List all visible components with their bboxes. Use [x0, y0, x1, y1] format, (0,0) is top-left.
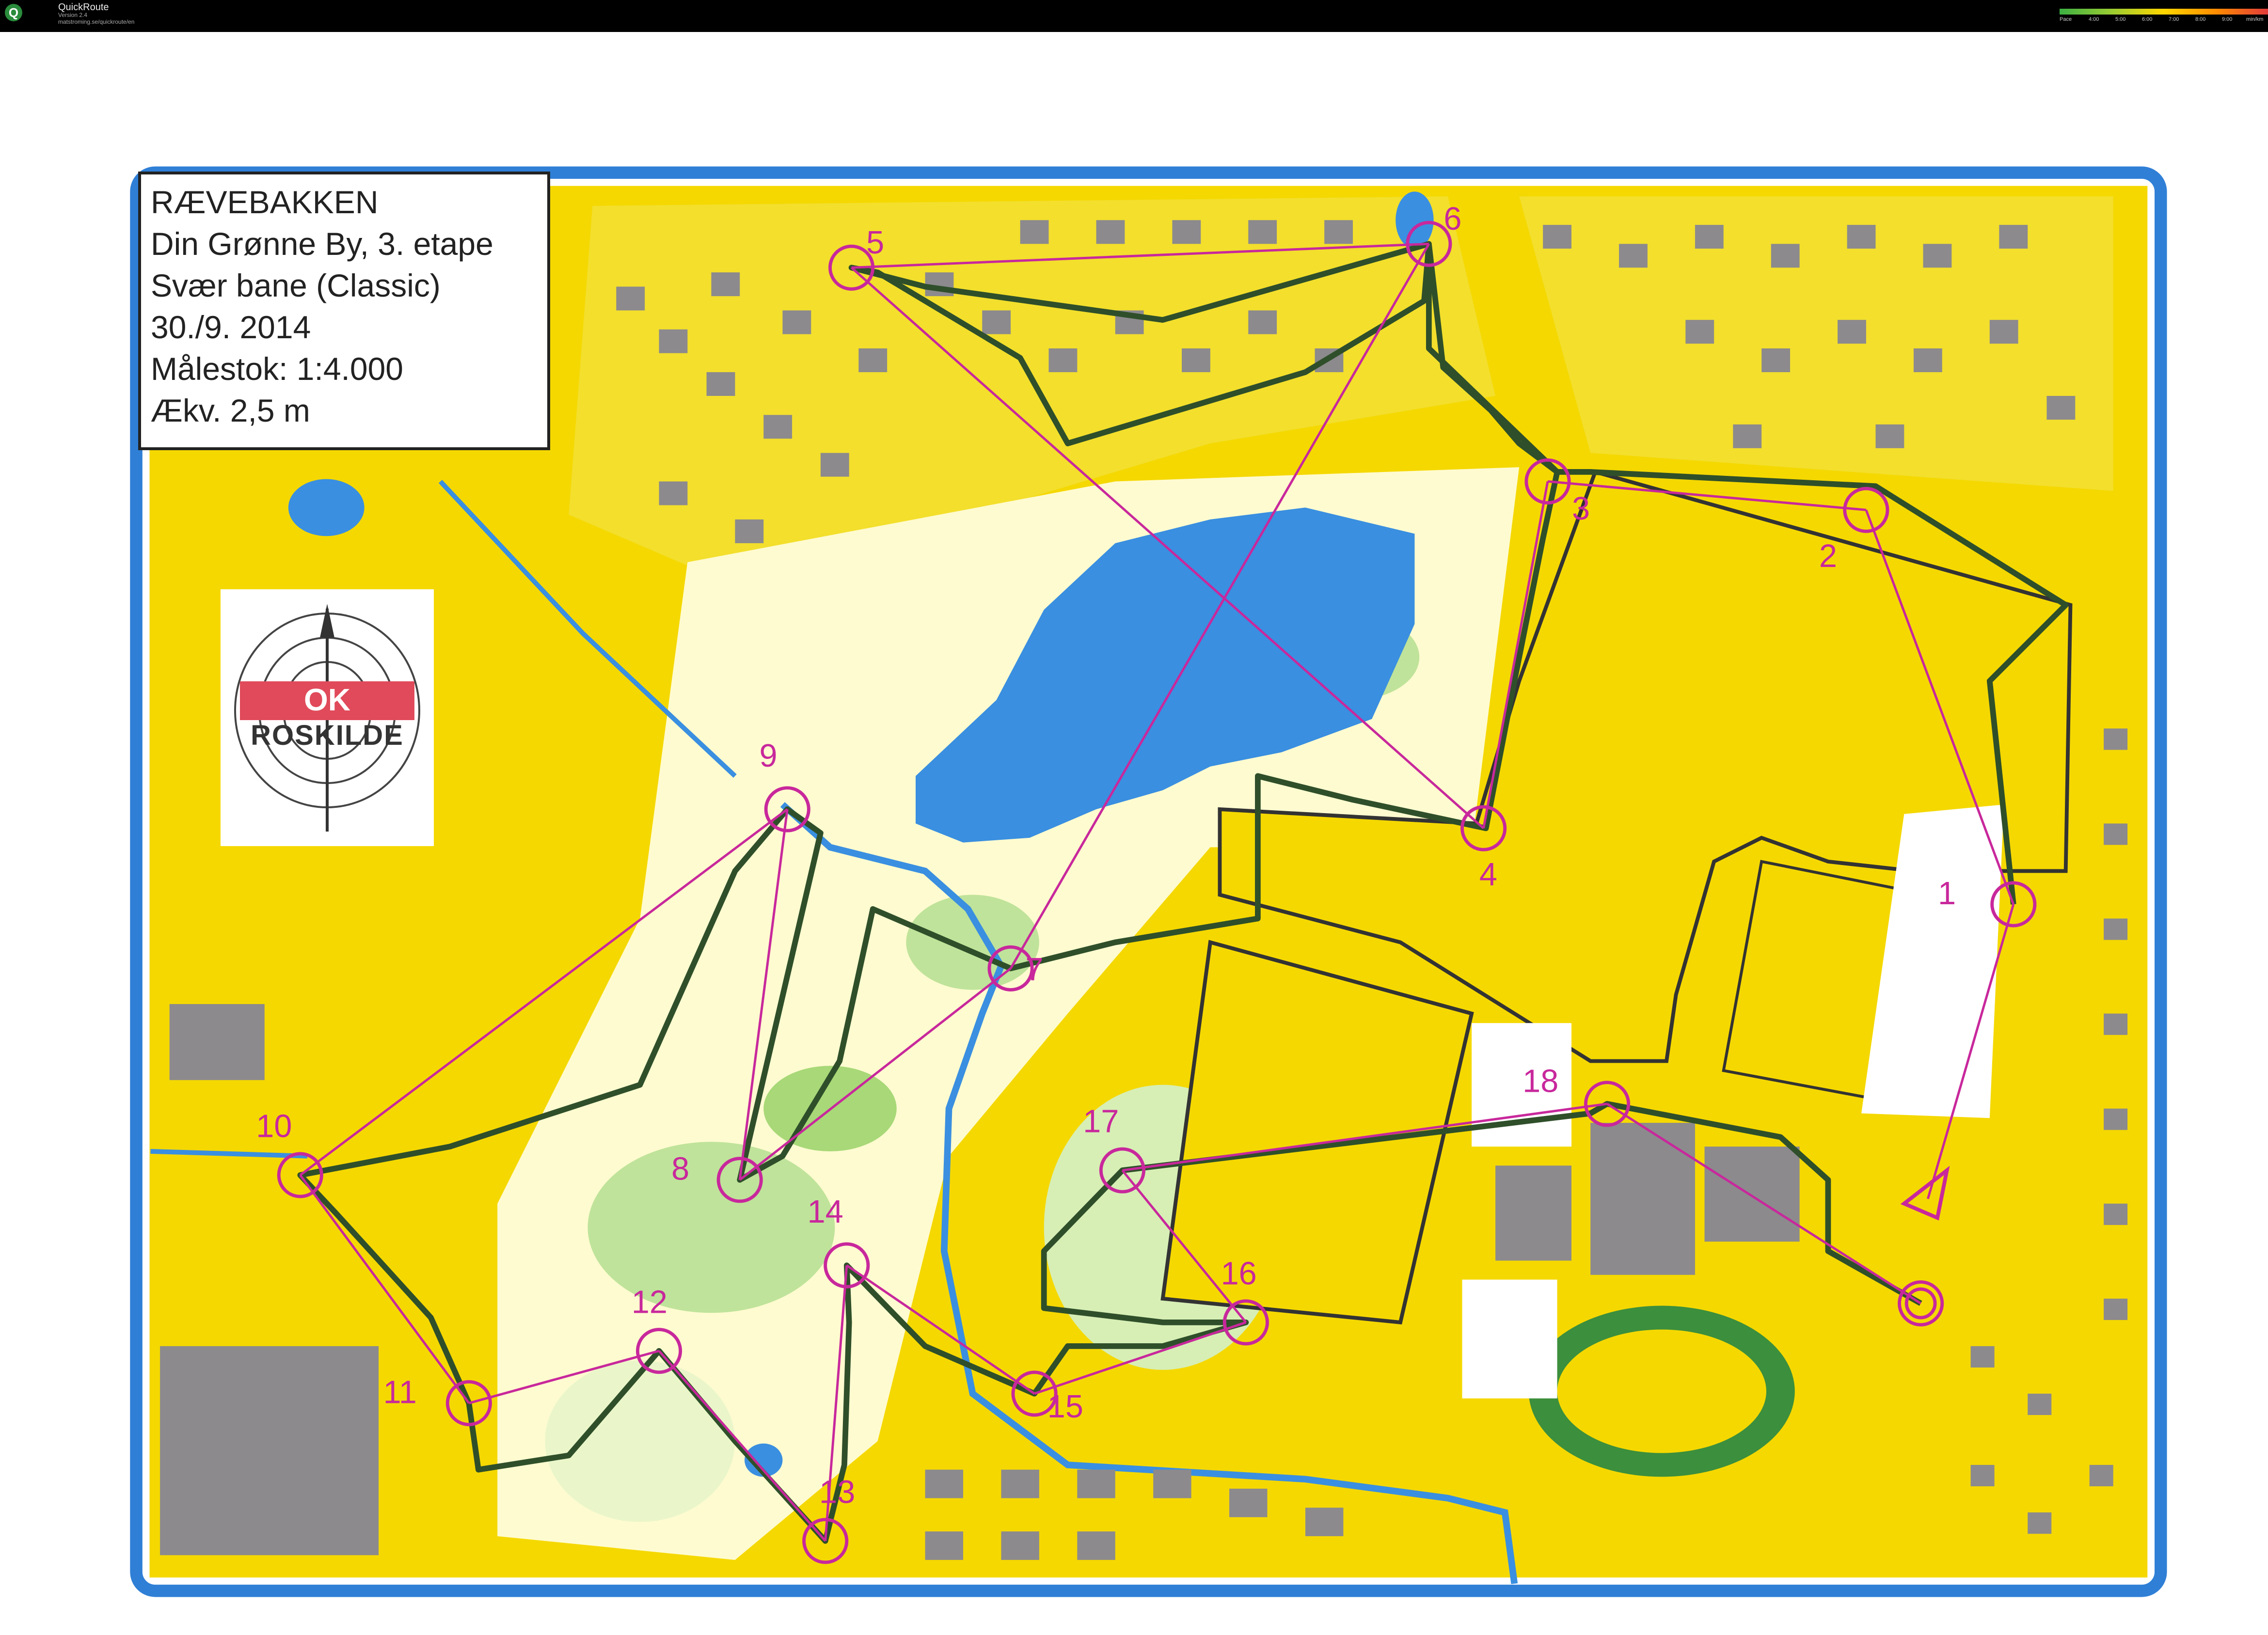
app-version: Version 2.4: [58, 12, 88, 18]
pace-legend-label: 7:00: [2169, 16, 2179, 22]
control-number: 11: [383, 1375, 417, 1411]
app-url: matstroming.se/quickroute/en: [58, 18, 135, 25]
club-logo: OK ROSKILDE: [221, 589, 434, 846]
building: [169, 1004, 265, 1080]
control-number: 12: [632, 1284, 667, 1320]
club-logo-text: ROSKILDE: [251, 720, 404, 751]
event-date: 30./9. 2014: [151, 309, 311, 345]
control-number: 9: [760, 738, 777, 774]
building: [1590, 1123, 1695, 1275]
control-number: 6: [1443, 201, 1461, 237]
course-name: Svær bane (Classic): [151, 267, 441, 303]
pace-color-bar: [2060, 9, 2268, 15]
club-logo-mark: OK: [234, 604, 420, 832]
pace-legend-label: 4:00: [2089, 16, 2099, 22]
building-west: [160, 1346, 379, 1556]
control-number: 18: [1523, 1063, 1558, 1099]
control-number: 13: [819, 1474, 855, 1510]
quickroute-q-icon: Q: [5, 4, 22, 21]
control-number: 7: [1026, 952, 1044, 988]
map-scale: Målestok: 1:4.000: [151, 351, 403, 387]
control-number: 15: [1047, 1389, 1083, 1425]
vegetation-patch: [587, 1142, 835, 1313]
control-number: 14: [808, 1194, 843, 1230]
control-number: 4: [1479, 857, 1497, 893]
control-number: 2: [1819, 538, 1837, 574]
pace-legend-label: min/km: [2246, 16, 2264, 22]
building: [1704, 1147, 1800, 1242]
pond: [1396, 191, 1434, 249]
map-viewport[interactable]: 1 2 3 4 5 6 7 8 9 10 11 12 13 14 15 16 17 18 RÆVEBAKKEN D…: [0, 32, 2268, 1635]
control-number: 17: [1083, 1104, 1119, 1140]
pace-legend-label: 8:00: [2195, 16, 2206, 22]
pace-legend: Pace 4:00 5:00 6:00 7:00 8:00 9:00 min/k…: [2060, 9, 2268, 28]
building-light: [1462, 1279, 1557, 1399]
stadium-field: [1557, 1329, 1766, 1453]
building: [1495, 1165, 1571, 1261]
pace-legend-label: Pace: [2060, 16, 2072, 22]
control-number: 8: [671, 1151, 689, 1187]
pond: [288, 479, 365, 536]
pace-legend-label: 6:00: [2142, 16, 2153, 22]
control-number: 10: [256, 1109, 292, 1145]
control-number: 1: [1938, 876, 1956, 912]
contour-interval: Ækv. 2,5 m: [151, 393, 310, 428]
control-number: 5: [866, 225, 884, 261]
app-titlebar: Q QuickRoute Version 2.4 matstroming.se/…: [0, 0, 2268, 32]
event-name: Din Grønne By, 3. etape: [151, 226, 493, 262]
pace-legend-label: 9:00: [2222, 16, 2233, 22]
map-title: RÆVEBAKKEN: [151, 184, 379, 220]
control-number: 16: [1221, 1256, 1257, 1291]
vegetation-patch: [906, 895, 1039, 990]
pace-legend-label: 5:00: [2115, 16, 2126, 22]
control-number: 3: [1572, 491, 1590, 527]
map-info-box: RÆVEBAKKEN Din Grønne By, 3. etape Svær …: [138, 172, 550, 450]
club-logo-ok: OK: [304, 682, 350, 717]
vegetation-patch: [545, 1360, 735, 1522]
